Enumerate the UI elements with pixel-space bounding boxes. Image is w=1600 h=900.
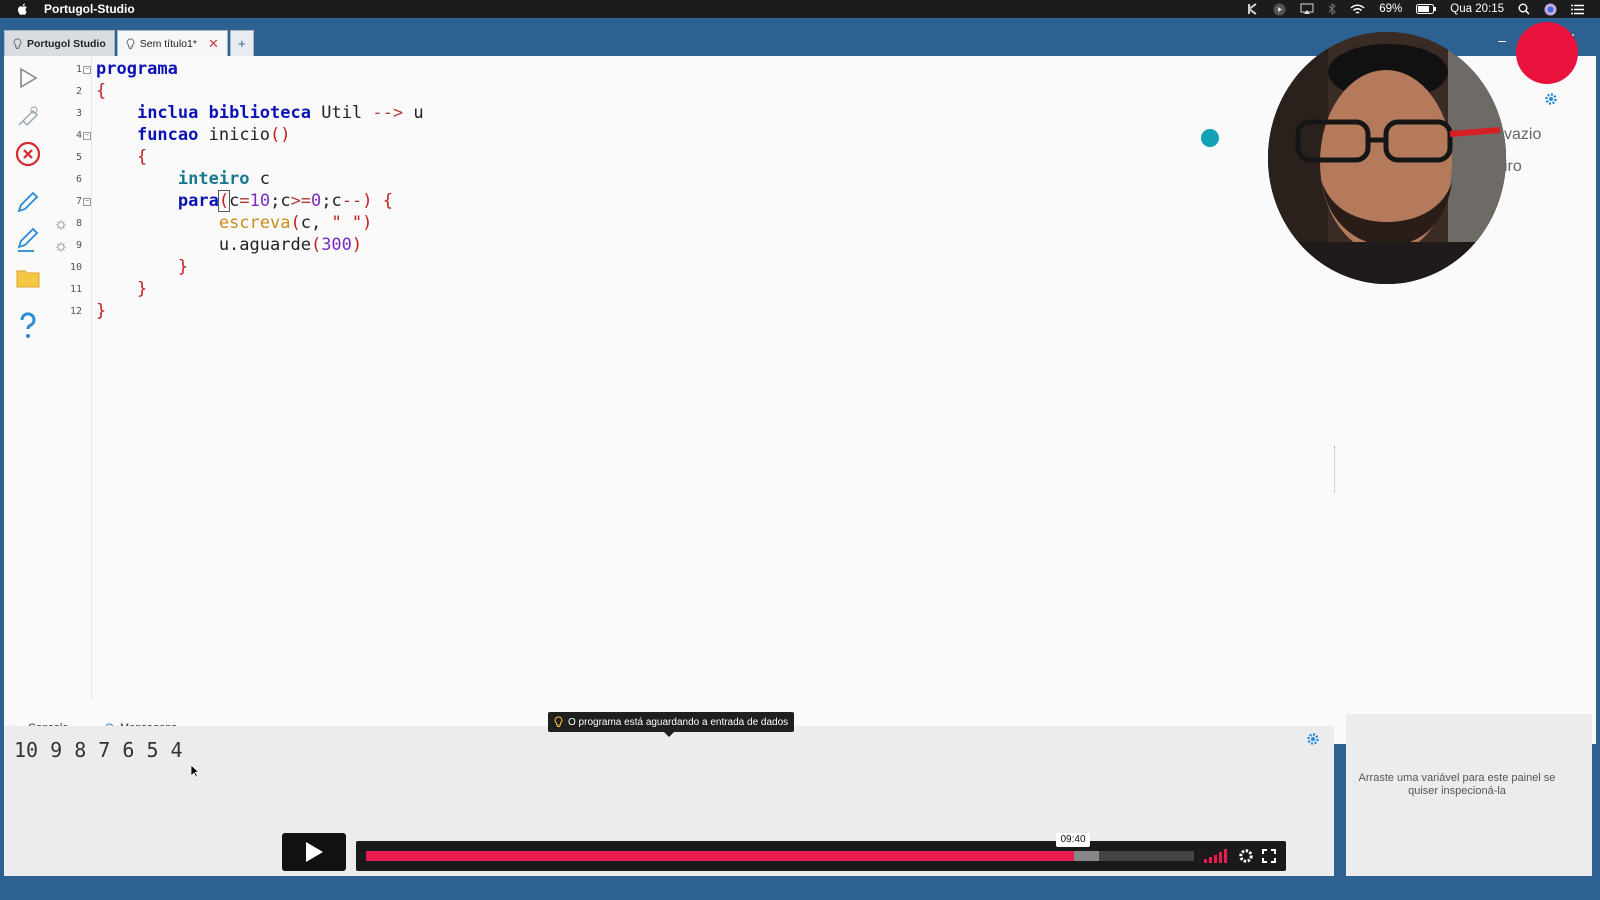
save-button[interactable]: [14, 188, 42, 216]
wifi-icon[interactable]: [1350, 3, 1365, 15]
mouse-pointer-icon: [190, 764, 200, 778]
time-tooltip: 09:40: [1056, 833, 1090, 847]
tab-bar: Portugol Studio Sem título1* ✕ +: [4, 30, 256, 56]
tab-sem-titulo[interactable]: Sem título1* ✕: [116, 30, 228, 56]
debug-button[interactable]: [14, 102, 42, 130]
bulb-icon: [554, 716, 563, 727]
line-number: 7: [75, 196, 82, 207]
fold-toggle-icon[interactable]: −: [83, 132, 91, 140]
code-line[interactable]: para(c=10;c>=0;c--) {: [96, 190, 393, 212]
line-number: 12: [69, 306, 82, 317]
fullscreen-icon[interactable]: [1262, 849, 1276, 863]
run-button[interactable]: [14, 64, 42, 92]
progress-fill: [366, 851, 1074, 861]
notification-center-icon[interactable]: [1571, 4, 1584, 15]
gear-icon[interactable]: [1306, 732, 1320, 746]
play-circle-icon[interactable]: [1273, 3, 1286, 16]
gear-icon[interactable]: [1544, 92, 1558, 106]
tab-label: Sem título1*: [139, 37, 197, 50]
code-line[interactable]: escreva(c, " "): [96, 212, 373, 234]
code-line[interactable]: inclua biblioteca Util --> u: [96, 102, 424, 124]
user-avatar-icon[interactable]: [1544, 3, 1557, 16]
record-indicator: [1516, 22, 1578, 84]
pencil-icon: [17, 191, 39, 213]
bulb-icon: [126, 37, 135, 49]
tab-portugol-studio[interactable]: Portugol Studio: [4, 30, 115, 56]
breakpoint-icon[interactable]: [55, 241, 67, 253]
presenter-portrait: [1268, 32, 1506, 284]
run-icon: [20, 67, 38, 89]
open-button[interactable]: [14, 264, 42, 292]
bluetooth-icon[interactable]: [1328, 3, 1337, 15]
airplay-icon[interactable]: [1300, 3, 1314, 15]
clock[interactable]: Qua 20:15: [1450, 3, 1504, 15]
close-tab-icon[interactable]: ✕: [208, 36, 219, 52]
help-icon: [20, 312, 36, 338]
pencil-edit-icon: [17, 227, 39, 252]
save-as-button[interactable]: [14, 226, 42, 254]
code-line[interactable]: inteiro c: [96, 168, 270, 190]
code-line[interactable]: }: [96, 300, 106, 322]
line-number: 5: [75, 152, 82, 163]
app-name[interactable]: Portugol-Studio: [44, 2, 135, 16]
code-line[interactable]: u.aguarde(300): [96, 234, 362, 256]
code-line[interactable]: programa: [96, 58, 178, 80]
stop-icon: [15, 141, 41, 167]
fold-toggle-icon[interactable]: −: [83, 198, 91, 206]
battery-percent[interactable]: 69%: [1379, 3, 1402, 15]
battery-icon[interactable]: [1416, 4, 1437, 14]
line-number: 11: [69, 284, 82, 295]
fold-toggle-icon[interactable]: −: [83, 66, 91, 74]
breakpoint-icon[interactable]: [55, 219, 67, 231]
debug-icon: [18, 106, 39, 127]
tooltip-text: O programa está aguardando a entrada de …: [568, 716, 789, 728]
variable-inspector-panel[interactable]: Arraste uma variável para este painel se…: [1346, 714, 1592, 876]
folder-icon: [16, 270, 40, 288]
help-button[interactable]: [14, 312, 42, 340]
code-line[interactable]: }: [96, 278, 147, 300]
code-line[interactable]: {: [96, 146, 147, 168]
code-line[interactable]: funcao inicio(): [96, 124, 291, 146]
console-output: 10 9 8 7 6 5 4: [14, 738, 183, 762]
line-number: 2: [75, 86, 82, 97]
code-line[interactable]: {: [96, 80, 106, 102]
line-number: 6: [75, 174, 82, 185]
line-number: 10: [69, 262, 82, 273]
video-player-bar: [356, 841, 1286, 871]
inspector-hint: Arraste uma variável para este painel se…: [1358, 772, 1556, 797]
bulb-icon: [13, 37, 22, 49]
menu-bar: Portugol-Studio 69% Qua 20:15: [0, 0, 1600, 18]
settings-gear-icon[interactable]: [1238, 848, 1254, 864]
line-number: 4: [75, 130, 82, 141]
tab-label: Portugol Studio: [27, 37, 106, 50]
right-panel-text: vazio: [1504, 126, 1542, 143]
webcam-overlay: [1268, 32, 1506, 284]
volume-icon[interactable]: [1204, 849, 1228, 863]
line-number-gutter: 1−2 3 4−5 6 7−8 9 10 11 12: [50, 56, 92, 700]
play-icon: [306, 842, 323, 862]
line-number: 3: [75, 108, 82, 119]
cursor-highlight-dot: [1201, 129, 1219, 147]
apple-icon[interactable]: [16, 2, 30, 16]
status-k-icon[interactable]: [1247, 3, 1259, 15]
code-line[interactable]: }: [96, 256, 188, 278]
add-tab-button[interactable]: +: [229, 30, 254, 56]
line-number: 1: [75, 64, 82, 75]
minimize-button[interactable]: –: [1498, 32, 1506, 48]
spotlight-search-icon[interactable]: [1518, 3, 1530, 15]
status-tooltip: O programa está aguardando a entrada de …: [548, 712, 795, 737]
side-toolbar: [4, 56, 50, 700]
right-panel-text: iro: [1504, 158, 1522, 175]
play-button[interactable]: [282, 833, 346, 871]
progress-track[interactable]: [366, 851, 1194, 861]
splitter-handle[interactable]: [1334, 446, 1336, 492]
stop-button[interactable]: [14, 140, 42, 168]
